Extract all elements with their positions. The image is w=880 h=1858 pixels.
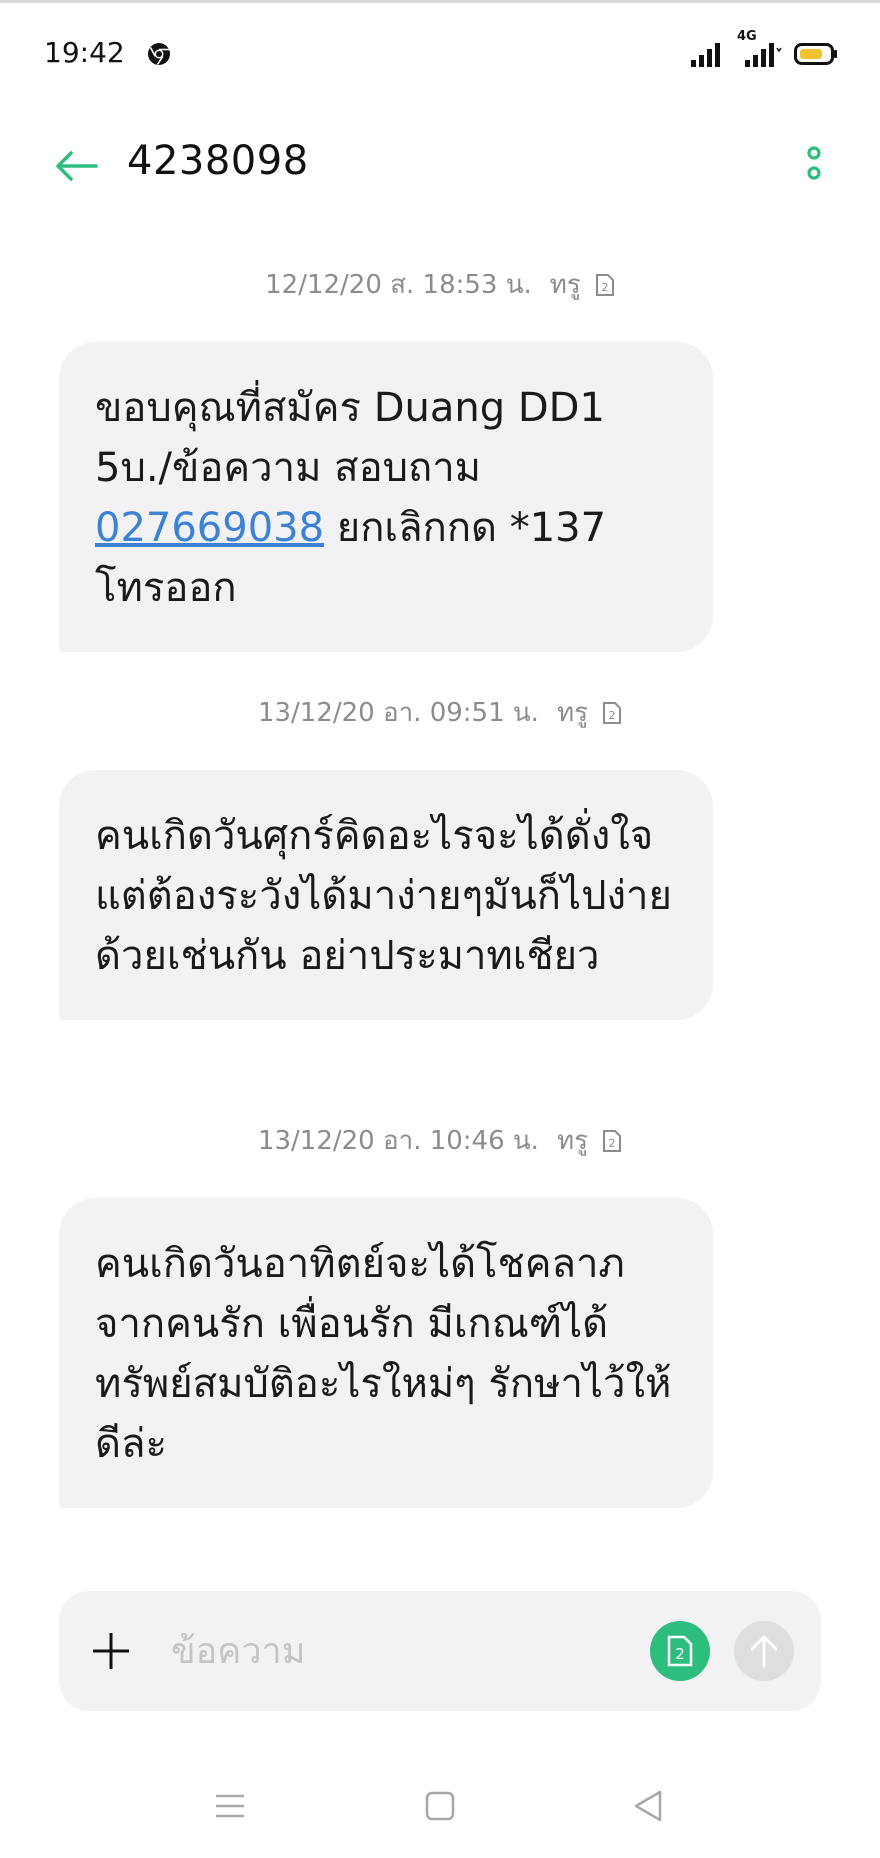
message-input[interactable] (169, 1619, 673, 1683)
sim-icon: 2 (603, 1129, 622, 1152)
nav-back-button[interactable] (626, 1786, 670, 1826)
message-bubble[interactable]: คนเกิดวันอาทิตย์จะได้โชคลาภจากคนรัก เพื่… (59, 1198, 713, 1508)
message-text: คนเกิดวันอาทิตย์จะได้โชคลาภจากคนรัก เพื่… (95, 1241, 672, 1467)
message-carrier: ทรู (549, 270, 581, 300)
send-button[interactable] (734, 1621, 794, 1681)
message-carrier: ทรู (556, 698, 589, 728)
message-timestamp: 12/12/20 ส. 18:53 น. (265, 270, 532, 300)
back-triangle-icon (634, 1790, 662, 1822)
message-meta: 13/12/20 อา. 10:46 น. ทรู 2 (0, 1120, 880, 1161)
menu-icon (216, 1794, 244, 1818)
status-bar: 19:42 4G (0, 28, 880, 80)
signal-4g-icon (745, 43, 782, 67)
message-text: ขอบคุณที่สมัคร Duang DD1 5บ./ข้อความ สอบ… (95, 385, 605, 491)
svg-text:2: 2 (609, 1137, 616, 1150)
message-text: คนเกิดวันศุกร์คิดอะไรจะได้ดั่งใจ แต่ต้อง… (95, 813, 672, 979)
message-timestamp: 13/12/20 อา. 09:51 น. (257, 698, 539, 728)
phone-number-link[interactable]: 027669038 (95, 505, 324, 551)
back-arrow-icon (56, 151, 98, 181)
send-arrow-icon (750, 1635, 778, 1668)
chrome-icon (148, 43, 170, 65)
contact-title: 4238098 (127, 138, 309, 184)
message-meta: 12/12/20 ส. 18:53 น. ทรู 2 (0, 264, 880, 305)
back-button[interactable] (50, 140, 102, 192)
plus-icon (93, 1633, 129, 1669)
more-vertical-icon (807, 146, 821, 180)
svg-text:2: 2 (601, 281, 608, 294)
svg-text:2: 2 (675, 1645, 685, 1663)
sim-icon: 2 (603, 701, 622, 724)
sim-icon: 2 (595, 273, 614, 296)
conversation-header: 4238098 (0, 128, 880, 208)
top-edge (0, 0, 880, 3)
message-meta: 13/12/20 อา. 09:51 น. ทรู 2 (0, 692, 880, 733)
signal-icon (691, 43, 720, 67)
message-bubble[interactable]: ขอบคุณที่สมัคร Duang DD1 5บ./ข้อความ สอบ… (59, 342, 713, 652)
nav-home-button[interactable] (418, 1786, 462, 1826)
status-time: 19:42 (44, 36, 125, 69)
message-bubble[interactable]: คนเกิดวันศุกร์คิดอะไรจะได้ดั่งใจ แต่ต้อง… (59, 770, 713, 1020)
sim-select-button[interactable]: 2 (650, 1621, 710, 1681)
system-nav-bar (0, 1770, 880, 1840)
home-square-icon (425, 1791, 455, 1821)
nav-menu-button[interactable] (208, 1786, 252, 1826)
message-carrier: ทรู (556, 1126, 589, 1156)
message-composer: 2 (59, 1591, 821, 1711)
message-thread[interactable]: 12/12/20 ส. 18:53 น. ทรู 2 ขอบคุณที่สมัค… (0, 250, 880, 1558)
add-attachment-button[interactable] (89, 1629, 133, 1673)
svg-text:2: 2 (609, 709, 616, 722)
battery-icon (794, 43, 837, 65)
message-timestamp: 13/12/20 อา. 10:46 น. (257, 1126, 539, 1156)
sim-2-icon: 2 (667, 1635, 693, 1667)
more-options-button[interactable] (800, 140, 828, 192)
